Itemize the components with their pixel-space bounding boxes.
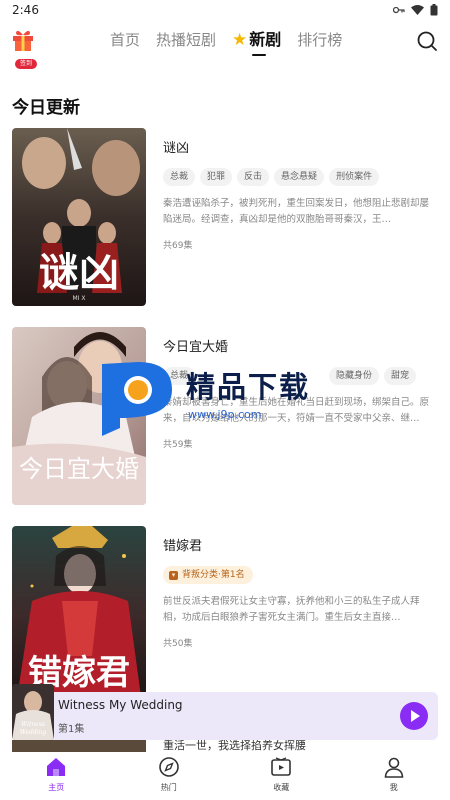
tab-ranking[interactable]: 排行榜	[297, 29, 342, 51]
episode-count: 共69集	[163, 241, 193, 251]
tag[interactable]: 刑侦案件	[329, 168, 380, 186]
tag-list: 总裁 犯罪 反击 悬念悬疑 刑侦案件	[163, 168, 438, 186]
tag[interactable]: 犯罪	[200, 168, 233, 186]
mini-player[interactable]: Witness Wedding Witness My Wedding 第1集	[12, 684, 438, 740]
nav-home[interactable]: 主页	[0, 752, 113, 800]
section-title: 今日更新	[12, 98, 80, 118]
svg-text:Witness: Witness	[21, 721, 45, 728]
nav-label: 热门	[160, 783, 177, 792]
episode-count: 共59集	[163, 440, 193, 450]
rank-badge-label: 背叛分类·第1名	[182, 570, 245, 580]
drama-description: 秦浩遭诬陷杀子，被判死刑，重生回案发日，他想阻止悲剧却屡陷迷局。经调查，真凶却是…	[163, 198, 430, 225]
poster-title: 今日宜大婚	[19, 455, 139, 483]
mini-player-cover[interactable]: Witness Wedding	[12, 684, 54, 740]
star-icon: ★	[232, 30, 248, 50]
tag[interactable]: 总裁	[163, 168, 196, 186]
tab-active-indicator	[252, 54, 267, 56]
status-bar: 2:46	[0, 0, 450, 20]
nav-favorites[interactable]: 收藏	[225, 752, 338, 800]
top-nav: 签到 首页 热播短剧 ★ 新剧 排行榜	[0, 24, 450, 69]
episode-count: 共50集	[163, 639, 193, 649]
poster-subtitle: MI X	[73, 295, 86, 302]
status-icons	[393, 4, 438, 16]
play-box-icon	[271, 757, 292, 776]
tab-new-dramas[interactable]: ★ 新剧	[232, 29, 282, 56]
drama-title[interactable]: 今日宜大婚	[163, 339, 438, 357]
nav-label: 收藏	[273, 783, 290, 792]
nav-label: 我	[389, 783, 398, 792]
home-icon	[47, 758, 66, 776]
tab-home[interactable]: 首页	[110, 29, 140, 51]
drama-description: 前世反派夫君假死让女主守寡，抚养他和小三的私生子成人拜相，功成后白眼狼养子害死女…	[163, 596, 420, 623]
tag[interactable]: 悬念悬疑	[274, 168, 325, 186]
drama-poster[interactable]: 谜凶 MI X	[12, 128, 146, 306]
search-button[interactable]	[416, 30, 438, 52]
rank-badge[interactable]: ▾ 背叛分类·第1名	[163, 566, 253, 584]
drama-info: 错嫁君 ▾ 背叛分类·第1名 前世反派夫君假死让女主守寡，抚养他和小三的私生子成…	[163, 538, 438, 649]
watermark-text: 精品下载	[186, 370, 311, 404]
tab-hot-shorts[interactable]: 热播短剧	[156, 29, 216, 51]
wifi-icon	[411, 5, 424, 15]
check-in-badge: 签到	[15, 59, 37, 69]
nav-hot[interactable]: 热门	[113, 752, 226, 800]
bottom-nav: 主页 热门 收藏 我	[0, 752, 450, 800]
watermark-logo	[102, 362, 172, 436]
drama-poster	[12, 740, 146, 752]
mini-player-title: Witness My Wedding	[58, 698, 183, 712]
drama-card[interactable]: 谜凶 MI X 谜凶 总裁 犯罪 反击 悬念悬疑 刑侦案件 秦浩遭诬陷杀子，被判…	[12, 128, 438, 306]
compass-icon	[158, 757, 179, 777]
drama-info: 谜凶 总裁 犯罪 反击 悬念悬疑 刑侦案件 秦浩遭诬陷杀子，被判死刑，重生回案发…	[163, 140, 438, 251]
tag[interactable]: 甜宠	[384, 367, 417, 385]
nav-profile[interactable]: 我	[338, 752, 450, 800]
check-in-button[interactable]: 签到	[12, 28, 37, 69]
watermark-url: www.j9p.com	[188, 408, 262, 421]
svg-text:Wedding: Wedding	[20, 729, 47, 736]
gift-icon	[13, 30, 33, 51]
ranking-icon: ▾	[169, 570, 178, 580]
search-icon	[417, 31, 437, 51]
drama-card[interactable]: 错嫁君 错嫁君 ▾ 背叛分类·第1名 前世反派夫君假死让女主守寡，抚养他和小三的…	[12, 526, 438, 704]
nav-label: 主页	[48, 783, 65, 792]
drama-title[interactable]: 谜凶	[163, 140, 438, 158]
watermark: 精品下载 www.j9p.com	[98, 358, 358, 438]
person-icon	[384, 757, 404, 778]
poster-title: 谜凶	[39, 249, 119, 296]
battery-icon	[430, 4, 438, 16]
tag[interactable]: 反击	[237, 168, 270, 186]
status-time: 2:46	[12, 3, 39, 17]
drama-title[interactable]: 错嫁君	[163, 538, 438, 556]
key-icon	[393, 6, 405, 14]
tab-bar: 首页 热播短剧 ★ 新剧 排行榜	[110, 29, 342, 56]
tab-new-dramas-label: 新剧	[249, 30, 282, 49]
mini-player-episode: 第1集	[58, 724, 85, 735]
drama-poster[interactable]: 错嫁君	[12, 526, 146, 704]
play-button[interactable]	[400, 702, 428, 730]
